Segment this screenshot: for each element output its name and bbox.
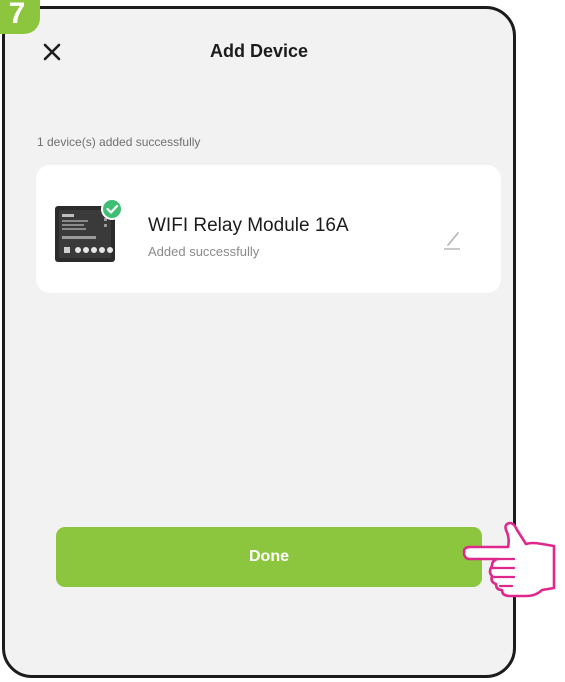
phone-frame: Add Device 1 device(s) added successfull…: [2, 6, 516, 678]
device-card[interactable]: WIFI Relay Module 16A Added successfully: [36, 165, 501, 293]
relay-module-thumbnail: [54, 198, 124, 262]
device-name: WIFI Relay Module 16A: [148, 215, 349, 236]
step-badge: 7: [0, 0, 40, 34]
device-status: Added successfully: [148, 244, 260, 259]
success-message: 1 device(s) added successfully: [37, 135, 201, 149]
done-button[interactable]: Done: [56, 527, 482, 587]
step-number: 7: [8, 0, 26, 30]
page-title: Add Device: [209, 41, 309, 61]
pointing-hand-icon: [462, 520, 562, 602]
edit-pencil-icon[interactable]: [439, 227, 465, 253]
